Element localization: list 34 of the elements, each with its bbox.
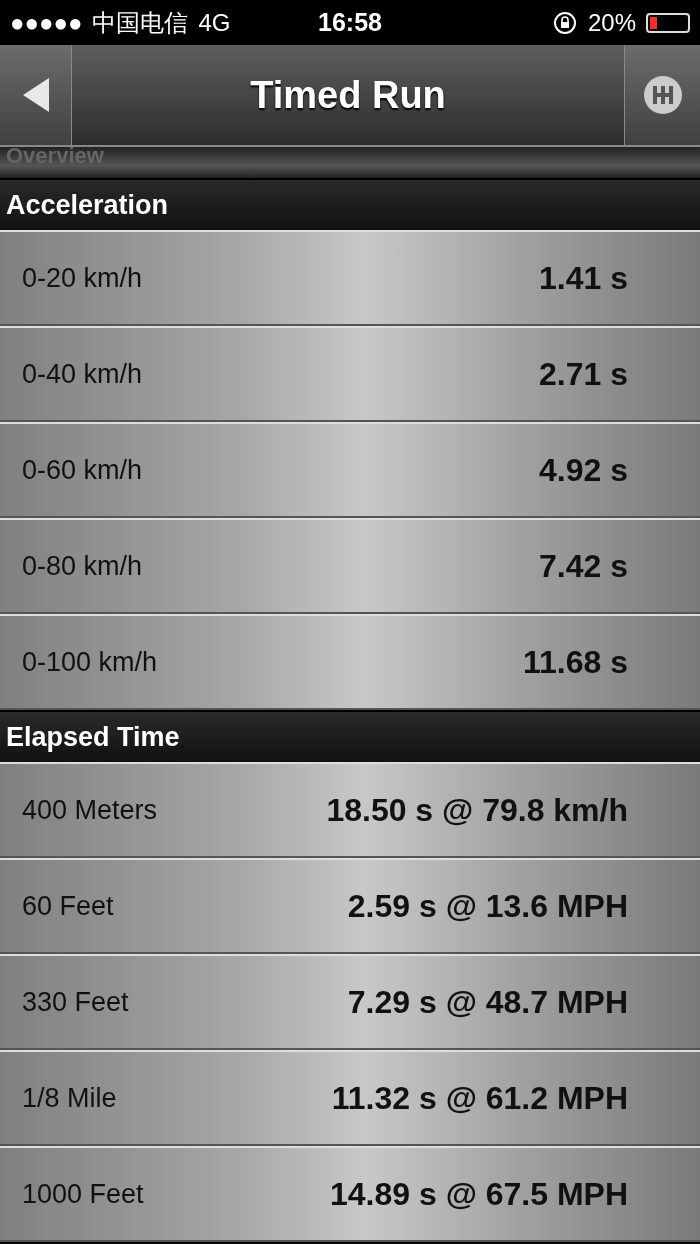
network-type: 4G — [198, 8, 231, 37]
section-title: Acceleration — [6, 189, 169, 221]
page-title: Timed Run — [249, 72, 447, 118]
carrier-name: 中国电信 — [92, 7, 189, 38]
row-value: 18.50 s @ 79.8 km/h — [326, 791, 628, 829]
row-value: 7.29 s @ 48.7 MPH — [347, 983, 628, 1021]
row-label: 1/8 Mile — [22, 1082, 117, 1114]
row-label: 0-40 km/h — [22, 358, 143, 390]
row-value: 1.41 s — [539, 259, 628, 297]
gear-shifter-icon — [642, 75, 683, 115]
back-button[interactable] — [0, 45, 72, 145]
section-title: Overview — [6, 147, 104, 165]
row-label: 0-60 km/h — [22, 454, 143, 486]
row-label: 1000 Feet — [22, 1178, 144, 1210]
row-value: 14.89 s @ 67.5 MPH — [329, 1175, 628, 1213]
battery-percentage: 20% — [587, 8, 636, 37]
rotation-lock-icon — [551, 9, 578, 36]
row-label: 0-20 km/h — [22, 262, 143, 294]
row-label: 330 Feet — [22, 986, 129, 1018]
row-label: 400 Meters — [22, 794, 158, 826]
gear-shift-button[interactable] — [624, 45, 700, 145]
clock-time: 16:58 — [318, 8, 382, 37]
row-value: 4.92 s — [539, 451, 628, 489]
row-label: 0-100 km/h — [22, 646, 158, 678]
row-label: 0-80 km/h — [22, 550, 143, 582]
row-value: 2.59 s @ 13.6 MPH — [347, 887, 628, 925]
signal-strength: ●●●●● — [10, 8, 83, 37]
row-value: 2.71 s — [539, 355, 628, 393]
row-label: 60 Feet — [22, 890, 114, 922]
row-value: 11.32 s @ 61.2 MPH — [331, 1079, 628, 1117]
section-title: Elapsed Time — [6, 721, 180, 753]
row-value: 7.42 s — [539, 547, 628, 585]
battery-icon — [646, 12, 690, 33]
row-value: 11.68 s — [523, 643, 628, 681]
